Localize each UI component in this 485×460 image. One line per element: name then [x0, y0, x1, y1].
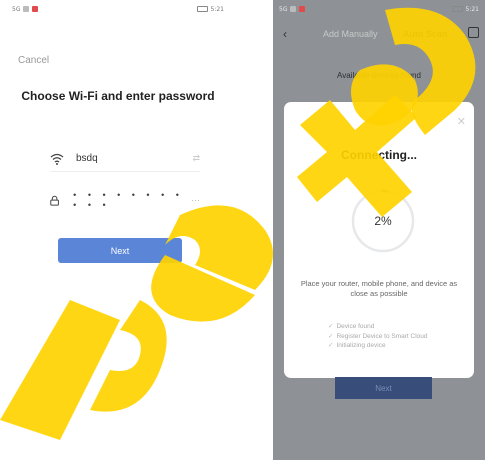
next-button-disabled: Next: [335, 377, 432, 399]
step-item: ✓ Device found: [328, 322, 428, 332]
status-bar: 5G 5:21: [273, 0, 485, 18]
app-notification-icon: [32, 6, 39, 12]
wifi-ssid-field[interactable]: bsdq ⇄: [50, 146, 200, 172]
step-item: ✓ Initializing device: [328, 341, 428, 351]
page-title: Choose Wi-Fi and enter password: [21, 89, 215, 103]
step-label: Initializing device: [336, 342, 386, 349]
nav-bar: ‹ Add Manually Auto Scan: [273, 22, 485, 46]
available-devices-label: Available devices found: [337, 71, 421, 80]
connecting-dialog: ✕ Connecting... 2% Place your router, mo…: [284, 102, 474, 378]
battery-icon: [196, 6, 208, 12]
tab-auto-scan[interactable]: Auto Scan: [403, 29, 448, 39]
connection-steps: ✓ Device found ✓ Register Device to Smar…: [328, 322, 428, 351]
step-label: Register Device to Smart Cloud: [336, 332, 428, 340]
notification-icon: [290, 6, 297, 12]
progress-ring: 2%: [347, 185, 419, 257]
switch-wifi-icon[interactable]: ⇄: [192, 153, 200, 164]
wifi-password-screen: 5G 5:21 Cancel Choose Wi-Fi and enter pa…: [6, 0, 230, 460]
step-label: Device found: [336, 323, 375, 330]
battery-icon: [451, 6, 463, 12]
app-notification-icon: [299, 6, 306, 12]
screenshot-root: 5G 5:21 Cancel Choose Wi-Fi and enter pa…: [0, 0, 485, 460]
back-icon[interactable]: ‹: [283, 27, 287, 41]
lock-icon: [50, 195, 59, 206]
placement-hint: Place your router, mobile phone, and dev…: [300, 279, 458, 298]
password-value: • • • • • • • • • • •: [73, 190, 184, 210]
clock-label: 5:21: [465, 5, 479, 13]
close-icon[interactable]: ✕: [457, 115, 466, 128]
eye-icon[interactable]: ⋯: [191, 195, 200, 206]
check-icon: ✓: [328, 342, 334, 349]
check-icon: ✓: [328, 332, 334, 340]
clock-label: 5:21: [210, 5, 224, 13]
scan-icon[interactable]: [468, 27, 479, 38]
notification-icon: [23, 6, 30, 12]
signal-label: 5G: [279, 5, 288, 13]
status-bar: 5G 5:21: [6, 0, 230, 18]
tab-add-manually[interactable]: Add Manually: [323, 29, 378, 39]
wifi-ssid-value: bsdq: [76, 153, 98, 164]
password-field[interactable]: • • • • • • • • • • • ⋯: [50, 188, 200, 212]
step-item: ✓ Register Device to Smart Cloud: [328, 332, 428, 342]
wifi-icon: [50, 153, 64, 165]
dialog-title: Connecting...: [341, 148, 417, 162]
auto-scan-screen: 5G 5:21 ‹ Add Manually Auto Scan Availab…: [273, 0, 485, 460]
check-icon: ✓: [328, 323, 334, 330]
progress-percent: 2%: [374, 214, 392, 228]
signal-label: 5G: [12, 5, 21, 13]
next-button[interactable]: Next: [58, 238, 182, 263]
cancel-button[interactable]: Cancel: [18, 55, 49, 66]
